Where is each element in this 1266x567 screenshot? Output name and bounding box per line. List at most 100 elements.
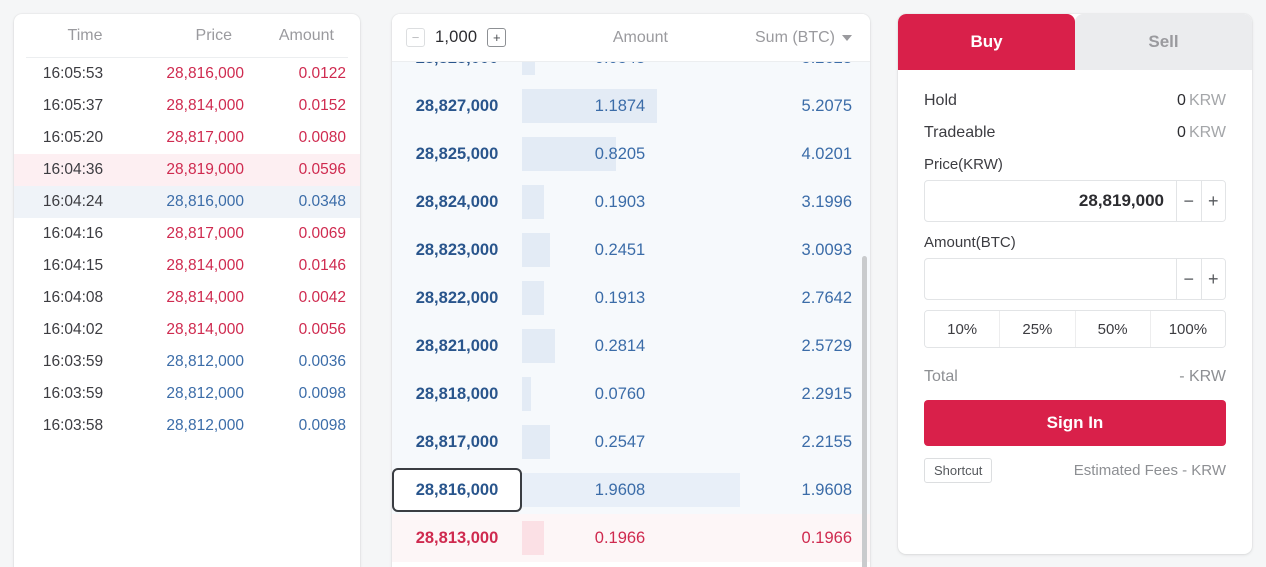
orderbook-depth-area: 0.1903 (522, 178, 740, 226)
total-label: Total (924, 368, 958, 385)
orderbook-price-cell[interactable]: 28,816,000 (392, 468, 522, 512)
orderbook-price-cell[interactable]: 28,825,000 (392, 130, 522, 178)
chevron-down-icon (842, 34, 852, 41)
orderbook-row[interactable]: 28,818,000 0.0760 2.2915 (392, 370, 870, 418)
orderbook-row[interactable]: 28,824,000 0.1903 3.1996 (392, 178, 870, 226)
orderbook-row[interactable]: 28,823,000 0.2451 3.0093 (392, 226, 870, 274)
orderbook-price: 28,824,000 (415, 192, 499, 211)
order-form-footer: Shortcut Estimated Fees - KRW (924, 458, 1226, 483)
trade-time: 16:04:15 (42, 257, 104, 274)
amount-increase-button[interactable]: + (1200, 259, 1225, 299)
orderbook-sum: 2.2155 (801, 432, 852, 451)
orderbook-depth-area: 0.1913 (522, 274, 740, 322)
percent-10[interactable]: 10% (925, 311, 1000, 347)
trade-price: 28,814,000 (166, 289, 244, 306)
amount-field-label: Amount(BTC) (924, 234, 1016, 251)
orderbook-sum-selector[interactable]: Sum (BTC) (720, 29, 852, 47)
orderbook-price-cell[interactable]: 28,824,000 (392, 178, 522, 226)
tradeable-value-group: 0 KRW (1177, 124, 1226, 142)
percent-25[interactable]: 25% (999, 311, 1075, 347)
price-input[interactable] (925, 181, 1176, 221)
order-form-panel: Buy Sell Hold 0 KRW Tradeable 0 KRW Price(… (898, 14, 1252, 554)
price-decrease-button[interactable]: − (1176, 181, 1201, 221)
trade-row: 16:04:36 28,819,000 0.0596 (14, 154, 360, 186)
orderbook-row[interactable]: 28,822,000 0.1913 2.7642 (392, 274, 870, 322)
tradeable-value: 0 (1177, 124, 1186, 141)
tick-size-stepper[interactable]: − 1,000 + (406, 28, 538, 47)
trade-price: 28,816,000 (166, 193, 244, 210)
recent-trades-panel: Time Price Amount 16:05:53 28,816,000 0.01… (14, 14, 360, 567)
orderbook-price-cell[interactable]: 28,827,000 (392, 82, 522, 130)
tradeable-row: Tradeable 0 KRW (924, 124, 1226, 142)
orderbook-sum: 3.0093 (801, 240, 852, 259)
sign-in-button[interactable]: Sign In (924, 400, 1226, 446)
orderbook-price: 28,823,000 (415, 240, 499, 259)
tab-buy[interactable]: Buy (898, 14, 1075, 70)
orderbook-depth-area: 0.0548 (522, 62, 740, 82)
tick-increase-button[interactable]: + (487, 28, 507, 47)
orderbook-amount: 0.1903 (594, 192, 646, 211)
price-input-group: − + (924, 180, 1226, 222)
orderbook-price-cell[interactable]: 28,828,000 (392, 62, 522, 82)
trade-amount: 0.0348 (298, 193, 346, 210)
orderbook-price-cell[interactable]: 28,822,000 (392, 274, 522, 322)
trade-amount: 0.0036 (298, 353, 346, 370)
percent-100[interactable]: 100% (1149, 311, 1225, 347)
orderbook-depth-area: 0.8205 (522, 130, 740, 178)
orderbook-price: 28,816,000 (415, 480, 499, 499)
orderbook-sum: 3.1996 (801, 192, 852, 211)
orderbook-price-cell[interactable]: 28,817,000 (392, 418, 522, 466)
trade-price: 28,816,000 (166, 65, 244, 82)
total-value: - KRW (1179, 368, 1226, 385)
shortcut-button[interactable]: Shortcut (924, 458, 993, 483)
orderbook-price-cell[interactable]: 28,818,000 (392, 370, 522, 418)
orderbook-row[interactable]: 28,825,000 0.8205 4.0201 (392, 130, 870, 178)
amount-input-group: − + (924, 258, 1226, 300)
orderbook-depth-area: 0.0760 (522, 370, 740, 418)
price-increase-button[interactable]: + (1200, 181, 1225, 221)
orderbook-row[interactable]: 28,816,000 1.9608 1.9608 (392, 466, 870, 514)
orderbook-amount: 0.8205 (594, 144, 646, 163)
trade-row: 16:04:08 28,814,000 0.0042 (14, 282, 360, 314)
trade-row: 16:05:20 28,817,000 0.0080 (14, 122, 360, 154)
orderbook-sum: 1.9608 (801, 480, 852, 499)
orderbook-row[interactable]: 28,828,000 0.05485.2623 (392, 62, 870, 82)
orderbook-row[interactable]: 28,817,000 0.2547 2.2155 (392, 418, 870, 466)
orderbook-sum: 0.1966 (801, 528, 852, 547)
amount-input[interactable] (925, 259, 1176, 299)
orderbook-amount: 0.2451 (594, 240, 646, 259)
orderbook-amount: 0.2547 (594, 432, 646, 451)
orderbook-depth-area: 0.2814 (522, 322, 740, 370)
trade-row: 16:04:02 28,814,000 0.0056 (14, 314, 360, 346)
trade-time: 16:04:08 (42, 289, 104, 306)
orderbook-price-cell[interactable]: 28,821,000 (392, 322, 522, 370)
amount-decrease-button[interactable]: − (1176, 259, 1201, 299)
tab-sell[interactable]: Sell (1075, 14, 1252, 70)
orderbook-price: 28,822,000 (415, 288, 499, 307)
trade-time: 16:04:36 (42, 161, 104, 178)
orderbook-price: 28,825,000 (415, 144, 499, 163)
orderbook-price-cell[interactable]: 28,813,000 (392, 514, 522, 562)
orderbook-row[interactable]: 28,813,000 0.1966 0.1966 (392, 514, 870, 562)
trade-time: 16:05:20 (42, 129, 104, 146)
trade-time: 16:04:02 (42, 321, 104, 338)
trade-amount: 0.0152 (298, 97, 346, 114)
orderbook-scrollbar[interactable] (862, 256, 867, 567)
percent-50[interactable]: 50% (1074, 311, 1150, 347)
orderbook-price: 28,828,000 (416, 62, 499, 68)
order-form-body: Hold 0KRW Tradeable 0KRW Price(KRW) − + … (898, 70, 1252, 483)
orderbook-price: 28,821,000 (415, 336, 499, 355)
orderbook-amount: 0.0760 (594, 384, 646, 403)
trading-screen: Time Price Amount 16:05:53 28,816,000 0.01… (0, 0, 1266, 567)
hold-value-group: 0 KRW (1177, 92, 1226, 110)
tradeable-label: Tradeable (924, 124, 996, 141)
column-header-time: Time (67, 26, 103, 44)
orderbook-price-cell[interactable]: 28,823,000 (392, 226, 522, 274)
orderbook-amount: 0.1966 (594, 528, 646, 547)
order-form-tabs: Buy Sell (898, 14, 1252, 70)
orderbook-row[interactable]: 28,827,000 1.1874 5.2075 (392, 82, 870, 130)
trade-amount: 0.0146 (298, 257, 346, 274)
tick-decrease-button[interactable]: − (406, 28, 425, 47)
orderbook-row[interactable]: 28,821,000 0.2814 2.5729 (392, 322, 870, 370)
trade-amount: 0.0596 (298, 161, 346, 178)
